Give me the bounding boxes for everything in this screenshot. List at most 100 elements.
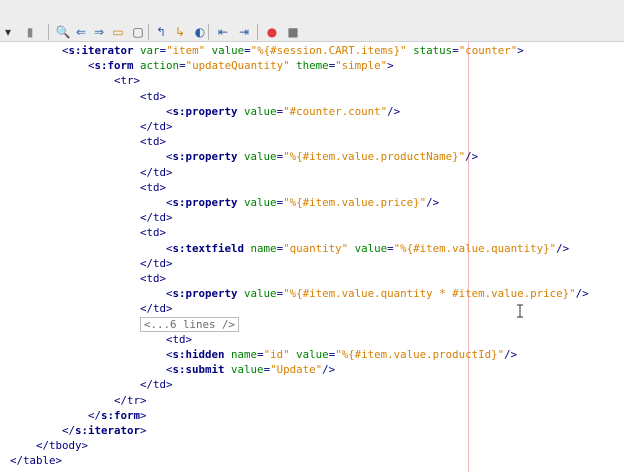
code-token: value xyxy=(354,241,388,255)
code-token: s:property xyxy=(172,150,238,164)
code-line: <td> xyxy=(140,134,166,149)
code-token: action xyxy=(140,59,180,73)
code-token: tr xyxy=(120,74,134,88)
code-token: value xyxy=(211,44,245,57)
dropdown-icon[interactable]: ▾ xyxy=(0,24,16,40)
find-previous-icon[interactable]: ⇐ xyxy=(73,24,89,40)
code-token: > xyxy=(133,74,141,88)
code-token: > xyxy=(185,332,193,346)
code-token: s:iterator xyxy=(68,44,134,57)
code-token: td xyxy=(153,378,167,392)
code-token: td xyxy=(146,135,160,149)
code-line: </td> xyxy=(140,377,173,392)
code-line: <s:property value="%{#item.value.product… xyxy=(166,149,478,164)
code-token: td xyxy=(146,180,160,194)
right-margin-line xyxy=(468,42,469,472)
code-token: </ xyxy=(140,302,154,316)
code-token: > xyxy=(387,59,394,73)
code-line: </tbody> xyxy=(36,438,88,453)
code-token: </ xyxy=(140,378,154,392)
bookmark-icon[interactable]: ▮ xyxy=(22,24,38,40)
code-token: value xyxy=(244,104,277,118)
code-line: <td> xyxy=(166,332,192,347)
code-token: > xyxy=(166,120,173,133)
code-token: </ xyxy=(114,393,128,407)
code-line: <s:iterator var="item" value="%{#session… xyxy=(62,43,524,58)
code-token: s:property xyxy=(172,287,238,301)
next-bookmark-icon[interactable]: ↳ xyxy=(172,24,188,40)
code-token: "id" xyxy=(263,348,290,361)
code-line: <s:property value="%{#item.value.quantit… xyxy=(166,286,589,301)
code-line: </td> xyxy=(140,301,173,316)
code-token: /> xyxy=(465,150,479,164)
code-token: </ xyxy=(36,439,50,453)
find-icon[interactable]: 🔍 xyxy=(55,24,71,40)
code-token: > xyxy=(159,135,167,149)
code-token: > xyxy=(159,89,167,103)
code-line: <s:property value="#counter.count"/> xyxy=(166,104,400,119)
code-token: value xyxy=(244,287,277,301)
code-token: s:submit xyxy=(172,363,225,377)
code-token: theme xyxy=(296,59,329,73)
code-token: </ xyxy=(140,256,154,270)
code-token: name xyxy=(250,241,277,255)
folded-code-marker[interactable]: <...6 lines /> xyxy=(140,316,240,332)
code-editor[interactable]: <s:iterator var="item" value="%{#session… xyxy=(0,42,624,472)
code-token: > xyxy=(140,424,147,437)
code-token: s:form xyxy=(94,59,134,73)
code-token: name xyxy=(231,348,258,361)
code-token: "simple" xyxy=(335,59,388,73)
code-line: </td> xyxy=(140,210,173,225)
code-token: "%{#item.value.quantity * #item.value.pr… xyxy=(283,287,576,301)
code-line: <s:form action="updateQuantity" theme="s… xyxy=(88,58,394,73)
code-token: "Update" xyxy=(270,363,323,377)
toolbar-separator xyxy=(208,24,209,40)
code-line: <tr> xyxy=(114,73,140,88)
toolbar-separator xyxy=(48,24,49,40)
code-token: > xyxy=(159,226,167,240)
code-line: </s:form> xyxy=(88,408,147,423)
shift-left-icon[interactable]: ⇤ xyxy=(215,24,231,40)
code-token: value xyxy=(244,196,277,209)
code-token: s:iterator xyxy=(75,424,141,437)
code-token: > xyxy=(159,272,167,285)
code-token: tr xyxy=(127,393,141,407)
code-token: </ xyxy=(140,120,154,133)
code-token: s:form xyxy=(101,408,141,422)
code-token: td xyxy=(146,226,160,240)
shift-right-icon[interactable]: ⇥ xyxy=(236,24,252,40)
toolbar-separator xyxy=(148,24,149,40)
toggle-bookmark-icon[interactable]: ◐ xyxy=(192,24,208,40)
code-token: td xyxy=(153,256,167,270)
code-token: </ xyxy=(140,165,154,179)
code-line: <s:textfield name="quantity" value="%{#i… xyxy=(166,241,569,256)
code-token: value xyxy=(244,150,277,164)
previous-bookmark-icon[interactable]: ↰ xyxy=(153,24,169,40)
code-token: status xyxy=(413,44,453,57)
code-token: "%{#session.CART.items}" xyxy=(250,44,407,57)
code-token: tbody xyxy=(49,439,82,453)
code-line: <td> xyxy=(140,271,166,286)
code-token: </ xyxy=(10,454,24,468)
code-token: /> xyxy=(426,196,440,209)
code-token: td xyxy=(172,332,186,346)
code-token: </ xyxy=(62,424,76,437)
code-token: > xyxy=(166,211,173,225)
code-token: s:property xyxy=(172,104,238,118)
code-token: "%{#item.value.productName}" xyxy=(283,150,466,164)
record-macro-icon[interactable]: ● xyxy=(264,24,280,40)
code-token: /> xyxy=(575,287,589,301)
toggle-highlight-icon[interactable]: ▭ xyxy=(110,24,126,40)
code-token: "updateQuantity" xyxy=(185,59,290,73)
code-token: td xyxy=(153,120,167,133)
toolbar-separator xyxy=(257,24,258,40)
code-token: > xyxy=(166,256,173,270)
code-line: </tr> xyxy=(114,393,147,408)
code-token: "quantity" xyxy=(283,241,349,255)
code-token: value xyxy=(296,348,329,361)
find-next-icon[interactable]: ⇒ xyxy=(91,24,107,40)
code-line: <td> xyxy=(140,225,166,240)
toggle-rect-selection-icon[interactable]: ▢ xyxy=(130,24,146,40)
code-line: </td> xyxy=(140,256,173,271)
stop-macro-icon[interactable]: ■ xyxy=(285,24,301,40)
